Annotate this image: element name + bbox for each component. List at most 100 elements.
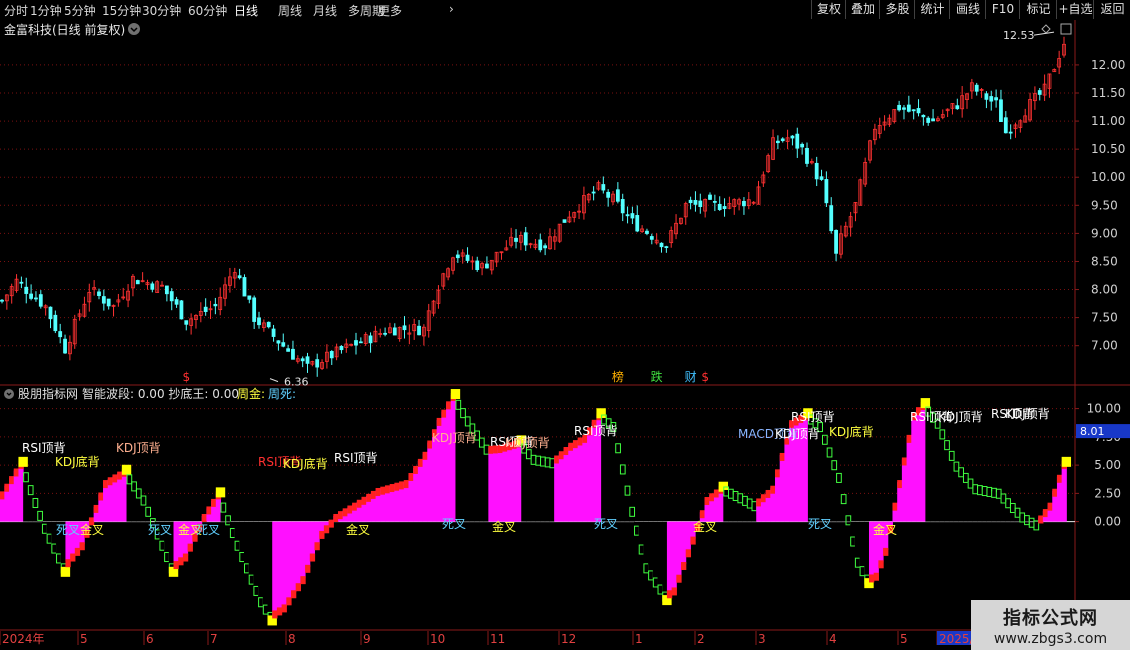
- candle-body: [911, 109, 916, 112]
- wave-step: [666, 590, 673, 599]
- indicator-bar: [610, 425, 616, 522]
- candle-body: [291, 348, 295, 360]
- indicator-bar: [422, 453, 428, 522]
- watermark: 指标公式网 www.zbgs3.com: [971, 600, 1130, 650]
- indicator-bar: [117, 473, 123, 522]
- tab-2[interactable]: 5分钟: [64, 2, 96, 19]
- event-marker: $: [182, 370, 190, 384]
- wave-step: [760, 494, 767, 503]
- signal-label: KDJ顶背: [505, 436, 550, 450]
- toolbar-button-5[interactable]: F10: [985, 0, 1020, 19]
- candle-body: [242, 277, 247, 297]
- indicator-bar: [248, 521, 254, 579]
- indicator-bar: [483, 448, 489, 522]
- wave-step: [201, 513, 208, 522]
- toolbar-button-8[interactable]: 返回: [1093, 0, 1130, 19]
- wave-step: [384, 485, 391, 494]
- indicator-bar: [493, 447, 499, 522]
- wave-step: [413, 465, 419, 474]
- toolbar-button-2[interactable]: 多股: [879, 0, 915, 19]
- indicator-bar: [821, 438, 828, 522]
- indicator-bar: [864, 521, 870, 579]
- wave-step: [366, 493, 372, 502]
- wave-step: [558, 451, 565, 460]
- wave-step: [577, 437, 583, 446]
- candle-body: [174, 299, 179, 305]
- wave-step: [211, 498, 217, 507]
- indicator-bar: [572, 442, 579, 522]
- tab-7[interactable]: 周线: [278, 2, 302, 19]
- candle-body: [213, 303, 218, 307]
- tab-0[interactable]: 分时: [4, 2, 28, 19]
- candle-body: [717, 203, 722, 210]
- indicator-bar: [901, 459, 908, 522]
- signal-label: KDJ顶背: [1005, 407, 1050, 421]
- more-chevron-icon[interactable]: ›: [449, 2, 454, 16]
- tab-3[interactable]: 15分钟: [102, 2, 141, 19]
- wave-step: [563, 447, 569, 456]
- toolbar-button-0[interactable]: 复权: [811, 0, 846, 19]
- wave-step: [295, 583, 301, 592]
- wave-step: [690, 536, 696, 545]
- candle-body: [538, 239, 543, 251]
- indicator-bar: [836, 476, 842, 522]
- wave-step: [93, 504, 99, 513]
- toolbar-button-3[interactable]: 统计: [914, 0, 950, 19]
- toolbar-button-4[interactable]: 画线: [949, 0, 986, 19]
- time-label: 11: [490, 632, 505, 646]
- time-label: 3: [758, 632, 766, 646]
- indicator-bar: [455, 403, 461, 522]
- indicator-bar: [681, 521, 687, 565]
- tab-8[interactable]: 月线: [313, 2, 337, 19]
- candle-body: [266, 321, 271, 328]
- indicator-values: 智能波段: 0.00 抄底王: 0.00: [82, 386, 239, 401]
- candle-body: [824, 179, 829, 204]
- candle-body: [19, 281, 24, 284]
- indicator-bar: [859, 521, 865, 570]
- signal-label: RSI顶背: [334, 451, 378, 465]
- wave-step: [79, 542, 85, 551]
- wave-step: [765, 489, 771, 498]
- wave-step: [676, 574, 682, 583]
- wave-step: [182, 553, 189, 562]
- signal-label: 死叉: [808, 517, 832, 531]
- toolbar-button-1[interactable]: 叠加: [845, 0, 880, 19]
- wave-step: [1047, 502, 1053, 511]
- signal-label: KDJ顶背: [775, 427, 820, 441]
- signal-label: KDJ顶背: [432, 431, 477, 445]
- indicator-bar: [577, 439, 583, 522]
- tab-5[interactable]: 60分钟: [188, 2, 227, 19]
- toolbar-button-7[interactable]: +自选: [1056, 0, 1094, 19]
- wave-step: [98, 492, 104, 501]
- tab-6[interactable]: 日线: [234, 2, 258, 19]
- indicator-bar: [521, 447, 527, 522]
- candle-body: [562, 219, 567, 223]
- indicator-bar: [685, 521, 691, 552]
- indicator-bar: [427, 442, 433, 522]
- wave-step: [286, 597, 292, 606]
- wave-step: [370, 490, 377, 499]
- indicator-bar: [558, 453, 565, 522]
- indicator-bar: [619, 467, 626, 522]
- tab-4[interactable]: 30分钟: [142, 2, 181, 19]
- wave-step: [446, 401, 452, 410]
- peak-marker: [121, 464, 132, 475]
- indicator-bar: [784, 438, 790, 522]
- indicator-bar: [666, 521, 673, 593]
- indicator-bar: [474, 434, 480, 522]
- indicator-bar: [1061, 462, 1067, 522]
- wave-step: [704, 497, 710, 506]
- toolbar-button-6[interactable]: 标记: [1019, 0, 1057, 19]
- tab-10[interactable]: 更多: [378, 2, 402, 19]
- indicator-bar: [944, 443, 950, 522]
- candle-body: [1003, 117, 1008, 134]
- wave-step: [333, 513, 339, 522]
- candle-body: [34, 297, 38, 300]
- wave-step: [873, 572, 879, 581]
- indicator-bar: [779, 454, 785, 522]
- wave-step: [309, 553, 316, 562]
- watermark-url: www.zbgs3.com: [993, 631, 1108, 647]
- candle-body: [281, 342, 286, 347]
- tab-1[interactable]: 1分钟: [30, 2, 62, 19]
- candle-body: [237, 275, 242, 279]
